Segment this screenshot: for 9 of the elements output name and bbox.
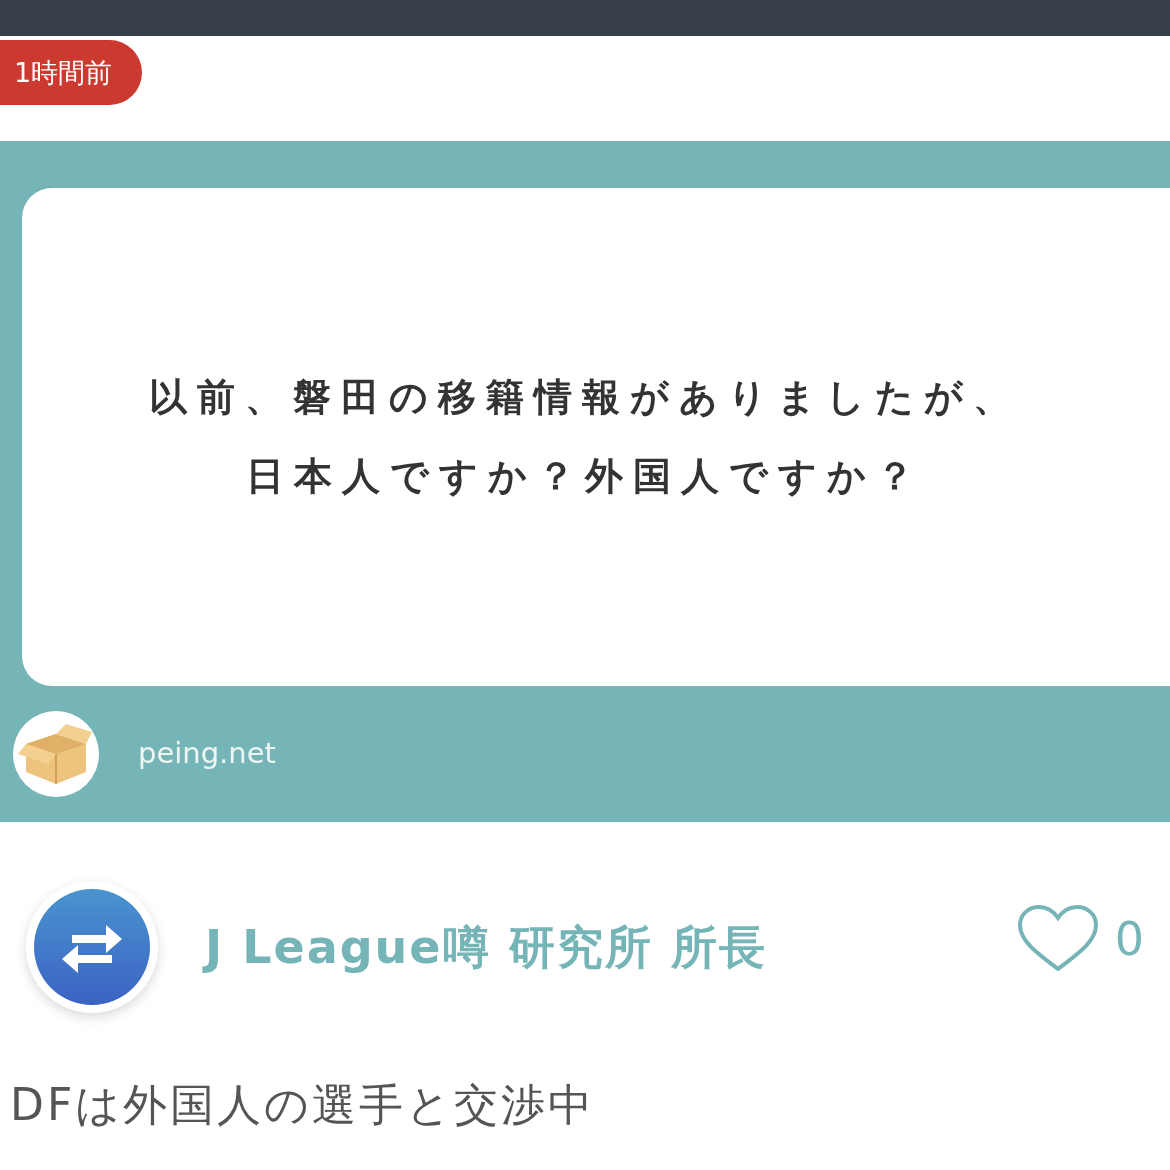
question-line: 以前、磐田の移籍情報がありましたが、 xyxy=(149,374,1021,421)
question-line: 日本人ですか？外国人ですか？ xyxy=(246,453,924,500)
site-name: peing.net xyxy=(138,734,276,772)
answer-text: DFは外国人の選手と交渉中 xyxy=(9,1078,597,1132)
time-badge: 1時間前 xyxy=(0,40,143,105)
like-count: 0 xyxy=(1114,910,1144,968)
box-icon xyxy=(12,709,100,798)
swap-arrows-icon xyxy=(34,889,150,1005)
heart-icon[interactable] xyxy=(1016,905,1099,973)
